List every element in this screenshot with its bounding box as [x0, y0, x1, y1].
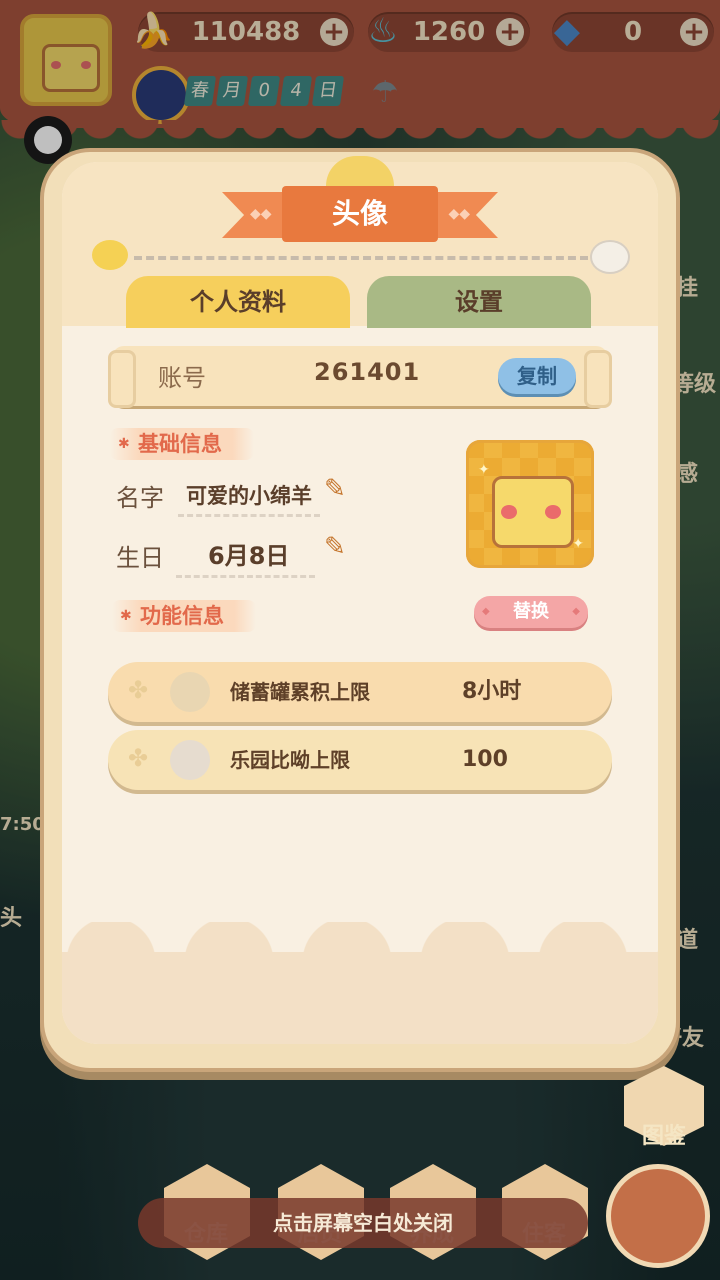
copy-button[interactable]: 复制	[498, 358, 576, 394]
name-value: 可爱的小绵羊	[178, 480, 320, 517]
dialog-title: 头像	[331, 197, 388, 230]
replace-avatar-button[interactable]: 替换	[474, 596, 588, 628]
diamond-icon: ◆◆	[448, 206, 470, 222]
avatar-portrait[interactable]: ✦ ✦	[466, 440, 594, 568]
clover-icon: ✤	[128, 744, 149, 772]
clover-icon: ✤	[128, 676, 149, 704]
close-hint[interactable]: 点击屏幕空白处关闭	[138, 1198, 588, 1248]
pet-icon	[170, 740, 210, 780]
sparkle-icon: ✦	[478, 462, 490, 478]
chick-icon	[92, 240, 128, 270]
sparkle-icon: ✦	[572, 536, 584, 552]
diamond-icon: ◆◆	[250, 206, 272, 222]
info-row-park-limit: ✤ 乐园比呦上限 100	[108, 730, 612, 790]
yarn-ball-button[interactable]	[606, 1164, 710, 1268]
basic-info-heading: 基础信息	[110, 428, 254, 460]
info-row-label: 乐园比呦上限	[230, 748, 350, 772]
title-ribbon: ◆◆ ◆◆ 头像	[222, 186, 498, 242]
birthday-label: 生日	[116, 544, 164, 572]
account-id: 261401	[314, 358, 421, 386]
info-row-value: 100	[462, 747, 508, 772]
name-label: 名字	[116, 484, 164, 512]
info-row-label: 储蓄罐累积上限	[230, 680, 370, 704]
piggy-bank-icon	[170, 672, 210, 712]
info-row-piggy-bank: ✤ 储蓄罐累积上限 8小时	[108, 662, 612, 722]
birthday-value: 6月8日	[176, 536, 316, 578]
sheep-icon	[590, 240, 630, 274]
function-info-heading: 功能信息	[112, 600, 256, 632]
collection-label: 图鉴	[642, 1124, 687, 1149]
info-row-value: 8小时	[462, 679, 522, 704]
edit-birthday-pencil-icon[interactable]: ✎	[324, 532, 346, 562]
tab-profile[interactable]: 个人资料	[126, 276, 350, 328]
dialog-bottom-decoration	[62, 922, 658, 1044]
dashed-divider	[134, 256, 588, 260]
edit-name-pencil-icon[interactable]: ✎	[324, 474, 346, 504]
toast-character-icon	[492, 476, 574, 548]
tab-settings[interactable]: 设置	[367, 276, 591, 328]
account-label: 账号	[158, 364, 206, 392]
